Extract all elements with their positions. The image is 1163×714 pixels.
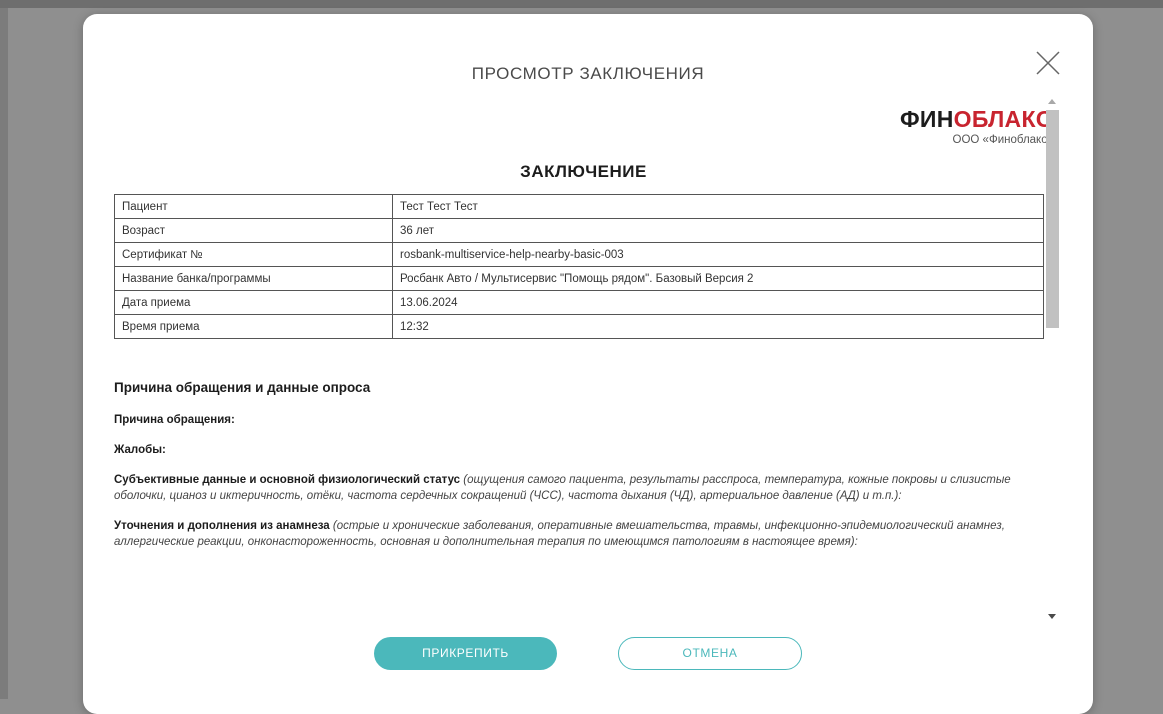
row-label: Пациент [114,194,393,219]
row-value: 13.06.2024 [392,290,1044,315]
row-label: Время приема [114,314,393,339]
document-preview[interactable]: ФИНОБЛАКО ООО «Финоблако» ЗАКЛЮЧЕНИЕ Пац… [113,94,1054,624]
scroll-up-arrow-icon[interactable] [1044,94,1060,110]
row-value: 36 лет [392,218,1044,243]
row-label: Возраст [114,218,393,243]
scrollbar[interactable] [1044,94,1060,624]
brand-block: ФИНОБЛАКО ООО «Финоблако» [900,106,1054,146]
table-row: Пациент Тест Тест Тест [114,194,1044,219]
row-label: Название банка/программы [114,266,393,291]
section-heading: Причина обращения и данные опроса [114,380,371,395]
top-bar [0,0,1163,8]
row-label: Сертификат № [114,242,393,267]
row-label: Дата приема [114,290,393,315]
document-title: ЗАКЛЮЧЕНИЕ [520,162,647,181]
modal-title: ПРОСМОТР ЗАКЛЮЧЕНИЯ [471,64,705,83]
table-row: Сертификат № rosbank-multiservice-help-ne… [114,242,1044,267]
anamnesis-paragraph: Уточнения и дополнения из анамнеза (остр… [114,518,1049,550]
row-value: 12:32 [392,314,1044,339]
view-conclusion-modal: ПРОСМОТР ЗАКЛЮЧЕНИЯ ФИНОБЛАКО ООО «Финоб… [83,14,1093,714]
brand-company-name: ООО «Финоблако» [952,134,1054,146]
subjective-label: Субъективные данные и основной физиологи… [114,474,461,486]
table-row: Время приема 12:32 [114,314,1044,339]
row-value: Тест Тест Тест [392,194,1044,219]
complaints-label: Жалобы: [114,444,166,456]
attach-button[interactable]: ПРИКРЕПИТЬ [374,637,557,670]
subjective-paragraph: Субъективные данные и основной физиологи… [114,472,1049,504]
row-value: Росбанк Авто / Мультисервис "Помощь рядо… [392,266,1044,291]
close-icon[interactable] [1033,48,1063,78]
patient-info-table: Пациент Тест Тест Тест Возраст 36 лет Сертиф… [114,194,1044,339]
cancel-button[interactable]: ОТМЕНА [618,637,802,670]
reason-label: Причина обращения: [114,414,235,426]
document-body: Причина обращения и данные опроса Причин… [114,380,1049,564]
background-strip [0,8,8,699]
table-row: Возраст 36 лет [114,218,1044,243]
table-row: Дата приема 13.06.2024 [114,290,1044,315]
anamnesis-label: Уточнения и дополнения из анамнеза [114,520,330,532]
table-row: Название банка/программы Росбанк Авто / М… [114,266,1044,291]
scrollbar-thumb[interactable] [1046,110,1059,328]
brand-logo: ФИНОБЛАКО [899,106,1054,132]
scroll-down-arrow-icon[interactable] [1044,608,1060,624]
row-value: rosbank-multiservice-help-nearby-basic-0… [392,242,1044,267]
